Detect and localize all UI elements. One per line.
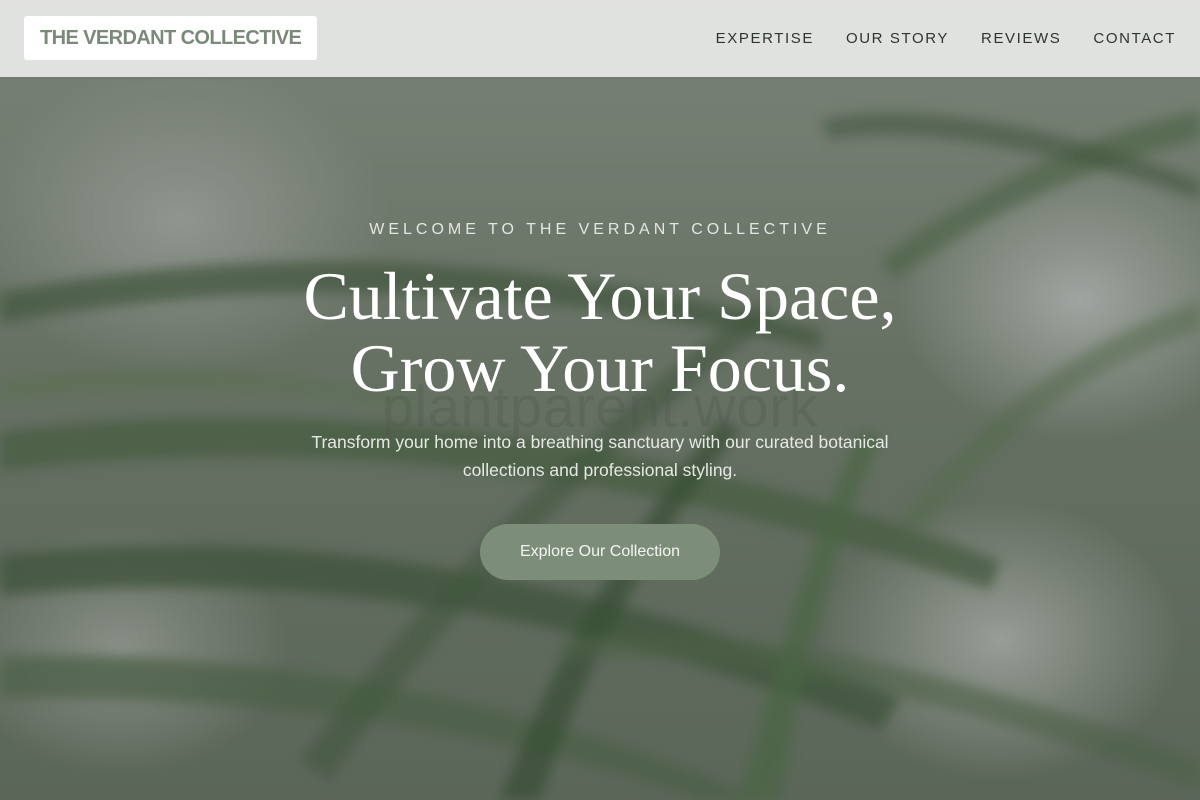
nav-link-reviews[interactable]: REVIEWS xyxy=(981,30,1061,47)
explore-collection-button[interactable]: Explore Our Collection xyxy=(480,524,720,580)
nav-link-expertise[interactable]: EXPERTISE xyxy=(716,30,814,47)
site-logo[interactable]: THE VERDANT COLLECTIVE xyxy=(24,16,318,60)
nav-link-contact[interactable]: CONTACT xyxy=(1093,30,1176,47)
hero-eyebrow: WELCOME TO THE VERDANT COLLECTIVE xyxy=(369,221,831,238)
hero-headline: Cultivate Your Space, Grow Your Focus. xyxy=(0,260,1200,404)
main-nav: EXPERTISE OUR STORY REVIEWS CONTACT xyxy=(716,0,1176,77)
site-header: THE VERDANT COLLECTIVE EXPERTISE OUR STO… xyxy=(0,0,1200,77)
hero-headline-line-1: Cultivate Your Space, xyxy=(303,258,897,334)
hero-headline-line-2: Grow Your Focus. xyxy=(350,330,850,406)
nav-link-our-story[interactable]: OUR STORY xyxy=(846,30,949,47)
hero-subtitle: Transform your home into a breathing san… xyxy=(311,432,889,480)
hero-section: WELCOME TO THE VERDANT COLLECTIVE plantp… xyxy=(0,0,1200,800)
